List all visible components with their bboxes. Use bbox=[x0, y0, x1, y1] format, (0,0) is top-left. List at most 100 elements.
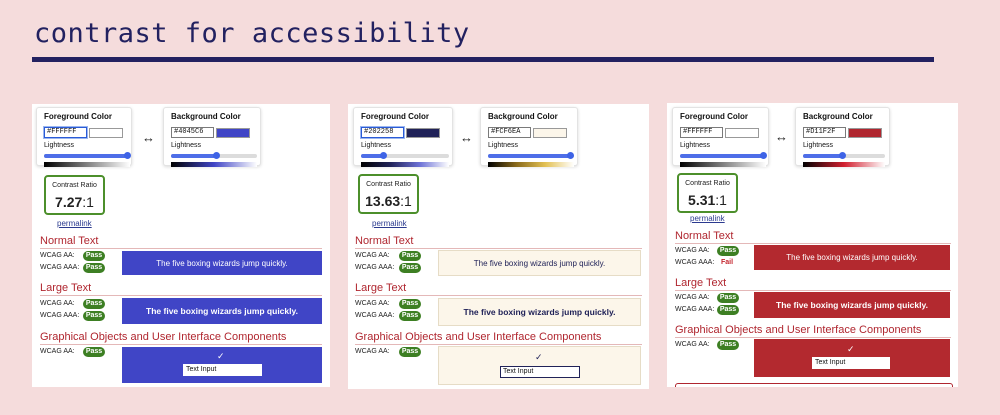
foreground-hex-input[interactable]: #202258 bbox=[361, 127, 404, 138]
normal-aa-label: WCAG AA: bbox=[355, 252, 390, 259]
background-color-title: Background Color bbox=[171, 112, 241, 121]
large-aa-badge: Pass bbox=[399, 299, 421, 309]
large-aa-label: WCAG AA: bbox=[675, 294, 710, 301]
large-aaa-label: WCAG AAA: bbox=[40, 312, 80, 319]
graphics-aa-badge: Pass bbox=[717, 340, 739, 350]
foreground-lightness-gradient bbox=[44, 162, 130, 167]
foreground-lightness-fill bbox=[44, 154, 127, 158]
foreground-color-title: Foreground Color bbox=[361, 112, 429, 121]
checkmark-icon: ✓ bbox=[847, 344, 855, 354]
text-input-sample[interactable]: Text Input bbox=[500, 366, 580, 378]
graphics-aa-label: WCAG AA: bbox=[355, 348, 390, 355]
permalink-link[interactable]: permalink bbox=[372, 219, 407, 228]
foreground-lightness-label: Lightness bbox=[361, 142, 391, 149]
normal-aa-label: WCAG AA: bbox=[40, 252, 75, 259]
large-text-heading: Large Text bbox=[675, 277, 951, 291]
large-aa-badge: Pass bbox=[717, 293, 739, 303]
text-input-sample[interactable]: Text Input bbox=[183, 364, 262, 376]
contrast-ratio-value: 5.31:1 bbox=[688, 192, 727, 208]
foreground-lightness-slider[interactable] bbox=[361, 152, 449, 159]
normal-aaa-badge: Pass bbox=[83, 263, 105, 273]
permalink-link[interactable]: permalink bbox=[57, 219, 92, 228]
background-lightness-gradient bbox=[488, 162, 574, 167]
background-lightness-slider[interactable] bbox=[171, 152, 257, 159]
background-lightness-thumb[interactable] bbox=[838, 152, 846, 159]
background-lightness-fill bbox=[171, 154, 216, 158]
checkmark-icon: ✓ bbox=[535, 352, 543, 362]
contrast-ratio-box: Contrast Ratio 13.63:1 bbox=[358, 174, 419, 214]
normal-aa-badge: Pass bbox=[83, 251, 105, 261]
foreground-lightness-thumb[interactable] bbox=[380, 152, 387, 159]
foreground-lightness-thumb[interactable] bbox=[759, 152, 767, 159]
background-lightness-slider[interactable] bbox=[803, 152, 885, 159]
swap-colors-icon[interactable]: ↔ bbox=[460, 130, 473, 145]
foreground-lightness-thumb[interactable] bbox=[123, 152, 131, 159]
graphics-heading: Graphical Objects and User Interface Com… bbox=[675, 324, 951, 338]
contrast-ratio-value: 13.63:1 bbox=[365, 193, 412, 209]
normal-aaa-fail: Fail bbox=[721, 259, 734, 266]
contrast-ratio-box: Contrast Ratio 7.27:1 bbox=[44, 175, 105, 215]
background-hex-input[interactable]: #D11F2F bbox=[803, 127, 846, 138]
large-text-sample: The five boxing wizards jump quickly. bbox=[438, 298, 641, 326]
contrast-ratio-label: Contrast Ratio bbox=[52, 182, 97, 189]
background-lightness-gradient bbox=[171, 162, 257, 167]
foreground-lightness-slider[interactable] bbox=[680, 152, 767, 159]
normal-text-sample: The five boxing wizards jump quickly. bbox=[438, 250, 641, 276]
normal-text-heading: Normal Text bbox=[355, 235, 642, 249]
contrast-panel-1: Foreground Color #FFFFFF Lightness ↔ Bac… bbox=[32, 104, 330, 387]
graphics-aa-label: WCAG AA: bbox=[675, 341, 710, 348]
normal-text-heading: Normal Text bbox=[40, 235, 322, 249]
large-aaa-badge: Pass bbox=[399, 311, 421, 321]
checkmark-icon: ✓ bbox=[217, 351, 225, 361]
contrast-ratio-label: Contrast Ratio bbox=[366, 181, 411, 188]
ui-component-sample: ✓ Text Input bbox=[438, 346, 641, 385]
permalink-link[interactable]: permalink bbox=[690, 214, 725, 223]
foreground-swatch[interactable] bbox=[406, 128, 440, 138]
foreground-lightness-gradient bbox=[680, 162, 766, 167]
background-hex-input[interactable]: #4045C6 bbox=[171, 127, 214, 138]
contrast-ratio-label: Contrast Ratio bbox=[685, 180, 730, 187]
large-aa-label: WCAG AA: bbox=[355, 300, 390, 307]
foreground-color-title: Foreground Color bbox=[44, 112, 112, 121]
normal-aaa-label: WCAG AAA: bbox=[40, 264, 80, 271]
background-color-title: Background Color bbox=[803, 112, 873, 121]
background-lightness-slider[interactable] bbox=[488, 152, 574, 159]
background-lightness-thumb[interactable] bbox=[212, 152, 220, 159]
normal-aaa-badge: Pass bbox=[399, 263, 421, 273]
title-underline bbox=[32, 57, 934, 62]
large-text-heading: Large Text bbox=[40, 282, 322, 296]
foreground-swatch[interactable] bbox=[725, 128, 759, 138]
background-lightness-fill bbox=[488, 154, 570, 158]
foreground-swatch[interactable] bbox=[89, 128, 123, 138]
graphics-aa-badge: Pass bbox=[83, 347, 105, 357]
background-swatch[interactable] bbox=[848, 128, 882, 138]
normal-text-heading: Normal Text bbox=[675, 230, 951, 244]
text-input-sample[interactable]: Text Input bbox=[812, 357, 890, 369]
foreground-color-box: Foreground Color #202258 Lightness bbox=[353, 107, 453, 167]
graphics-heading: Graphical Objects and User Interface Com… bbox=[40, 331, 322, 345]
background-color-box: Background Color #FCF6EA Lightness bbox=[480, 107, 578, 167]
background-lightness-label: Lightness bbox=[488, 142, 518, 149]
large-aaa-label: WCAG AAA: bbox=[675, 306, 715, 313]
large-text-heading: Large Text bbox=[355, 282, 642, 296]
foreground-hex-input[interactable]: #FFFFFF bbox=[44, 127, 87, 138]
background-swatch[interactable] bbox=[533, 128, 567, 138]
graphics-aa-label: WCAG AA: bbox=[40, 348, 75, 355]
background-lightness-thumb[interactable] bbox=[566, 152, 574, 159]
background-lightness-label: Lightness bbox=[803, 142, 833, 149]
swap-colors-icon[interactable]: ↔ bbox=[775, 129, 788, 144]
graphics-aa-badge: Pass bbox=[399, 347, 421, 357]
background-lightness-fill bbox=[803, 154, 842, 158]
background-hex-input[interactable]: #FCF6EA bbox=[488, 127, 531, 138]
contrast-panel-3: Foreground Color #FFFFFF Lightness ↔ Bac… bbox=[667, 103, 958, 387]
ui-component-sample: ✓ Text Input bbox=[122, 347, 322, 383]
background-color-box: Background Color #4045C6 Lightness bbox=[163, 107, 261, 167]
normal-aa-label: WCAG AA: bbox=[675, 247, 710, 254]
foreground-lightness-fill bbox=[680, 154, 763, 158]
large-text-sample: The five boxing wizards jump quickly. bbox=[754, 292, 950, 318]
background-swatch[interactable] bbox=[216, 128, 250, 138]
foreground-lightness-slider[interactable] bbox=[44, 152, 131, 159]
swap-colors-icon[interactable]: ↔ bbox=[142, 130, 155, 145]
contrast-ratio-value: 7.27:1 bbox=[55, 194, 94, 210]
foreground-hex-input[interactable]: #FFFFFF bbox=[680, 127, 723, 138]
